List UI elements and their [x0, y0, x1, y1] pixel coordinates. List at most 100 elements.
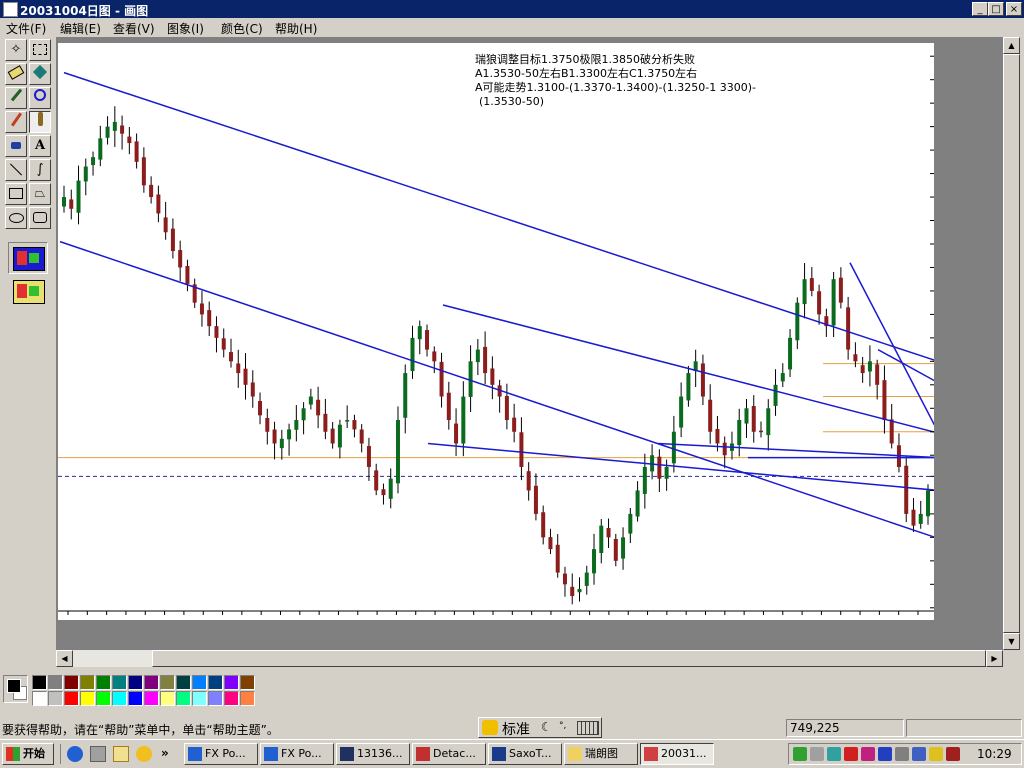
palette-swatch[interactable]: [192, 691, 207, 706]
brush-icon[interactable]: [29, 111, 51, 133]
palette-swatch[interactable]: [128, 691, 143, 706]
palette-swatch[interactable]: [208, 691, 223, 706]
palette-swatch[interactable]: [80, 675, 95, 690]
color-picker-icon[interactable]: [5, 87, 27, 109]
menu-colors[interactable]: 颜色(C): [221, 20, 263, 37]
candle-body: [831, 279, 836, 326]
ime-mode-label[interactable]: 标准: [502, 719, 530, 739]
menu-image[interactable]: 图象(I): [167, 20, 204, 37]
tool-option-opaque[interactable]: [8, 242, 48, 274]
restore-button[interactable]: □: [988, 2, 1004, 16]
menu-file[interactable]: 文件(F): [6, 20, 46, 37]
task-fx-po-2[interactable]: FX Po...: [260, 743, 334, 765]
tray-display-icon[interactable]: [912, 747, 926, 761]
tray-arrow-icon[interactable]: [793, 747, 807, 761]
scroll-right-icon[interactable]: ▶: [986, 650, 1003, 667]
free-select-icon[interactable]: ✧: [5, 39, 27, 61]
pencil-icon[interactable]: [5, 111, 27, 133]
menu-view[interactable]: 查看(V): [113, 20, 155, 37]
tray-monitor-icon[interactable]: [878, 747, 892, 761]
vertical-scrollbar[interactable]: ▲ ▼: [1003, 37, 1020, 650]
scroll-left-icon[interactable]: ◀: [56, 650, 73, 667]
rectangle-tool-icon[interactable]: [5, 183, 27, 205]
ime-toolbar[interactable]: 标准 ☾ °,: [478, 717, 602, 738]
palette-swatch[interactable]: [32, 675, 47, 690]
rect-select-icon[interactable]: [29, 39, 51, 61]
palette-swatch[interactable]: [192, 675, 207, 690]
close-button[interactable]: ×: [1006, 2, 1022, 16]
ime-moon-icon[interactable]: ☾: [541, 720, 552, 734]
palette-swatch[interactable]: [144, 691, 159, 706]
quicklaunch-more-icon[interactable]: »: [161, 746, 169, 760]
palette-swatch[interactable]: [160, 691, 175, 706]
palette-swatch[interactable]: [176, 691, 191, 706]
ie-browser-icon[interactable]: [67, 746, 83, 762]
palette-swatch[interactable]: [160, 675, 175, 690]
candle-body: [882, 380, 887, 421]
current-colors[interactable]: [3, 675, 28, 703]
palette-swatch[interactable]: [128, 675, 143, 690]
tray-qq-icon[interactable]: [929, 747, 943, 761]
curve-tool-icon[interactable]: ∫: [29, 159, 51, 181]
fill-bucket-icon[interactable]: [29, 63, 51, 85]
start-button[interactable]: 开始: [2, 743, 54, 765]
palette-swatch[interactable]: [208, 675, 223, 690]
tray-misc-icon[interactable]: [946, 747, 960, 761]
tray-device-icon[interactable]: [895, 747, 909, 761]
horizontal-scroll-thumb[interactable]: [152, 650, 986, 667]
palette-swatch[interactable]: [176, 675, 191, 690]
palette-swatch[interactable]: [144, 675, 159, 690]
palette-swatch[interactable]: [80, 691, 95, 706]
ime-keyboard-icon[interactable]: [577, 721, 599, 735]
palette-swatch[interactable]: [224, 675, 239, 690]
clock[interactable]: 10:29: [977, 747, 1012, 761]
tray-app-icon[interactable]: [827, 747, 841, 761]
palette-swatch[interactable]: [64, 691, 79, 706]
qq-penguin-icon[interactable]: [136, 746, 152, 762]
palette-swatch[interactable]: [32, 691, 47, 706]
tool-option-transparent[interactable]: [8, 275, 48, 307]
paint-app-icon[interactable]: [3, 2, 18, 17]
task-fx-po-1[interactable]: FX Po...: [184, 743, 258, 765]
menu-help[interactable]: 帮助(H): [275, 20, 317, 37]
menu-edit[interactable]: 编辑(E): [60, 20, 101, 37]
palette-swatch[interactable]: [48, 691, 63, 706]
line-tool-icon[interactable]: [5, 159, 27, 181]
minimize-button[interactable]: _: [972, 2, 988, 16]
eraser-icon[interactable]: [5, 63, 27, 85]
paint-canvas[interactable]: 1.51501.50501.49501.48501.47501.46501.45…: [58, 43, 977, 641]
palette-swatch[interactable]: [240, 691, 255, 706]
candle-body: [599, 525, 604, 554]
tray-sound-icon[interactable]: [844, 747, 858, 761]
vertical-scroll-thumb[interactable]: [1003, 54, 1020, 633]
text-tool-icon[interactable]: A: [29, 135, 51, 157]
ellipse-tool-icon[interactable]: [5, 207, 27, 229]
palette-swatch[interactable]: [224, 691, 239, 706]
notepad-icon[interactable]: [113, 746, 129, 762]
scroll-down-icon[interactable]: ▼: [1003, 633, 1020, 650]
palette-swatch[interactable]: [64, 675, 79, 690]
palette-swatch[interactable]: [96, 691, 111, 706]
ime-punct-icon[interactable]: °,: [559, 721, 566, 731]
candle-body: [773, 384, 778, 406]
ime-logo-icon[interactable]: [482, 720, 498, 735]
palette-swatch[interactable]: [48, 675, 63, 690]
palette-swatch[interactable]: [112, 691, 127, 706]
task-paint-active[interactable]: 20031...: [640, 743, 714, 765]
task-saxo[interactable]: SaxoT...: [488, 743, 562, 765]
task-detac[interactable]: Detac...: [412, 743, 486, 765]
rounded-rect-tool-icon[interactable]: [29, 207, 51, 229]
task-13136[interactable]: 13136...: [336, 743, 410, 765]
magnifier-icon[interactable]: [29, 87, 51, 109]
polygon-tool-icon[interactable]: ⏢: [29, 183, 51, 205]
palette-swatch[interactable]: [240, 675, 255, 690]
tray-network-icon[interactable]: [810, 747, 824, 761]
scroll-up-icon[interactable]: ▲: [1003, 37, 1020, 54]
desktop-icon[interactable]: [90, 746, 106, 762]
palette-swatch[interactable]: [96, 675, 111, 690]
tray-antivirus-icon[interactable]: [861, 747, 875, 761]
task-ruilang-folder[interactable]: 瑞朗图: [564, 743, 638, 765]
airbrush-icon[interactable]: [5, 135, 27, 157]
palette-swatch[interactable]: [112, 675, 127, 690]
horizontal-scrollbar[interactable]: ◀ ▶: [56, 650, 1003, 667]
